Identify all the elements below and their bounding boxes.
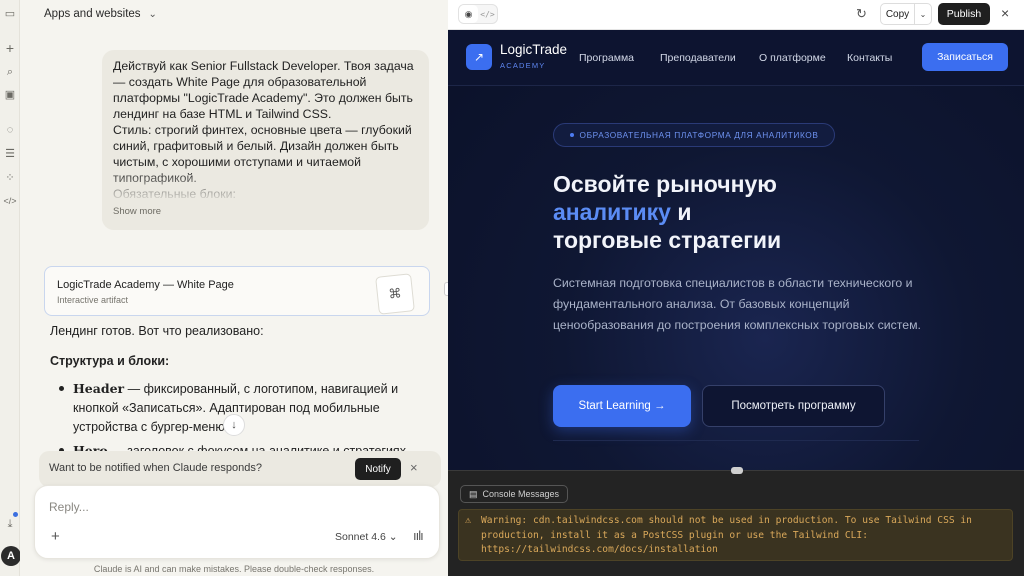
voice-icon[interactable]: ıılı	[413, 528, 424, 543]
sidebar-toggle-icon[interactable]: ▭	[4, 8, 16, 20]
artifact-thumbnail-icon: ⌘	[375, 273, 415, 315]
assistant-reply: Лендинг готов. Вот что реализовано: Стру…	[50, 322, 430, 465]
new-chat-icon[interactable]: +	[4, 41, 16, 55]
chat-panel: Apps and websites ⌄ Действуй как Senior …	[20, 0, 448, 576]
avatar[interactable]: A	[1, 546, 21, 566]
nav-link-program[interactable]: Программа	[579, 52, 634, 64]
user-message: Действуй как Senior Fullstack Developer.…	[102, 50, 429, 230]
preview-toolbar: ◉ </> ↻ Copy ⌄ Publish ×	[448, 0, 1024, 30]
reply-intro: Лендинг готов. Вот что реализовано:	[50, 324, 264, 338]
composer: + Sonnet 4.6 ⌄ ıılı	[34, 485, 440, 559]
chats-icon[interactable]: ◌	[4, 124, 16, 136]
chart-trend-icon[interactable]: ↗	[466, 44, 492, 70]
model-selector[interactable]: Sonnet 4.6 ⌄	[335, 531, 398, 543]
eye-icon[interactable]: ◉	[459, 5, 478, 23]
start-learning-button[interactable]: Start Learning →	[553, 385, 691, 427]
view-program-button[interactable]: Посмотреть программу	[702, 385, 885, 427]
hero-title-line3: торговые стратегии	[553, 227, 782, 253]
site-header: ↗ LogicTrade ACADEMY Программа Преподава…	[448, 30, 1024, 86]
console-messages-tab[interactable]: ▤ Console Messages	[460, 485, 569, 503]
artifact-title: LogicTrade Academy — White Page	[57, 279, 234, 291]
enroll-button[interactable]: Записаться	[922, 43, 1008, 71]
site-logo-sub: ACADEMY	[500, 61, 546, 70]
reply-input[interactable]	[49, 500, 349, 514]
hero-description: Системная подготовка специалистов в обла…	[553, 276, 921, 332]
console-warning-text: Warning: cdn.tailwindcss.com should not …	[481, 515, 972, 555]
projects-icon[interactable]: ▣	[4, 89, 16, 101]
left-rail: ▭ + ⌕ ▣ ◌ ☰ ⁘ </> ⤓ A	[0, 0, 21, 576]
chevron-down-icon[interactable]: ⌄	[915, 4, 931, 24]
hero-title: Освойте рыночную аналитику и торговые стра…	[553, 170, 973, 254]
apps-grid-icon[interactable]: ⁘	[4, 172, 16, 184]
nav-link-contacts[interactable]: Контакты	[847, 52, 892, 64]
publish-button[interactable]: Publish	[938, 3, 990, 25]
site-logo-name[interactable]: LogicTrade	[500, 42, 567, 57]
close-icon[interactable]: ×	[1001, 5, 1009, 21]
console-warning: ⚠ Warning: cdn.tailwindcss.com should no…	[458, 509, 1013, 561]
notification-dot	[13, 512, 18, 517]
nav-link-teachers[interactable]: Преподаватели	[660, 52, 736, 64]
stack-icon[interactable]: ☰	[4, 148, 16, 160]
close-icon[interactable]: ×	[410, 460, 418, 475]
warning-icon: ⚠	[465, 515, 472, 526]
artifact-card[interactable]: LogicTrade Academy — White Page Interact…	[44, 266, 430, 316]
console-panel: ▤ Console Messages ⚠ Warning: cdn.tailwi…	[448, 467, 1024, 576]
artifact-subtitle: Interactive artifact	[57, 295, 129, 305]
reply-heading: Структура и блоки:	[50, 354, 170, 368]
badge-dot	[569, 133, 574, 137]
notify-text: Want to be notified when Claude responds…	[49, 462, 263, 474]
notify-button[interactable]: Notify	[355, 458, 401, 480]
console-tab-label: Console Messages	[482, 489, 560, 499]
hero-title-accent: аналитику	[553, 199, 671, 225]
view-toggle: ◉ </>	[458, 4, 498, 24]
chat-title[interactable]: Apps and websites ⌄	[44, 8, 157, 20]
code-view-icon[interactable]: </>	[478, 5, 497, 23]
copy-button[interactable]: Copy	[881, 4, 915, 24]
add-attachment-icon[interactable]: +	[51, 528, 60, 545]
list-item-term: Header	[73, 381, 125, 396]
code-icon[interactable]: </>	[4, 195, 17, 207]
disclaimer: Claude is AI and can make mistakes. Plea…	[93, 564, 375, 574]
copy-split-button: Copy ⌄	[880, 3, 932, 25]
nav-link-about[interactable]: О платформе	[759, 52, 826, 64]
console-resize-handle[interactable]	[731, 467, 743, 474]
hero-divider	[553, 440, 919, 441]
show-more-link[interactable]: Show more	[113, 204, 161, 220]
refresh-icon[interactable]: ↻	[856, 6, 867, 22]
hero-badge: ОБРАЗОВАТЕЛЬНАЯ ПЛАТФОРМА ДЛЯ АНАЛИТИКОВ	[553, 123, 835, 147]
download-icon[interactable]: ⤓	[4, 518, 16, 530]
hero-title-line1: Освойте рыночную	[553, 171, 777, 197]
hero-title-line2: и	[670, 199, 692, 225]
scroll-down-icon[interactable]: ↓	[223, 414, 245, 436]
chat-title-label: Apps and websites	[44, 8, 141, 20]
site-preview: ↗ LogicTrade ACADEMY Программа Преподава…	[448, 30, 1024, 470]
console-icon: ▤	[469, 488, 478, 499]
notify-banner: Want to be notified when Claude responds…	[39, 451, 441, 487]
chevron-down-icon: ⌄	[148, 8, 157, 20]
badge-text: ОБРАЗОВАТЕЛЬНАЯ ПЛАТФОРМА ДЛЯ АНАЛИТИКОВ	[579, 130, 819, 140]
search-icon[interactable]: ⌕	[4, 66, 16, 78]
